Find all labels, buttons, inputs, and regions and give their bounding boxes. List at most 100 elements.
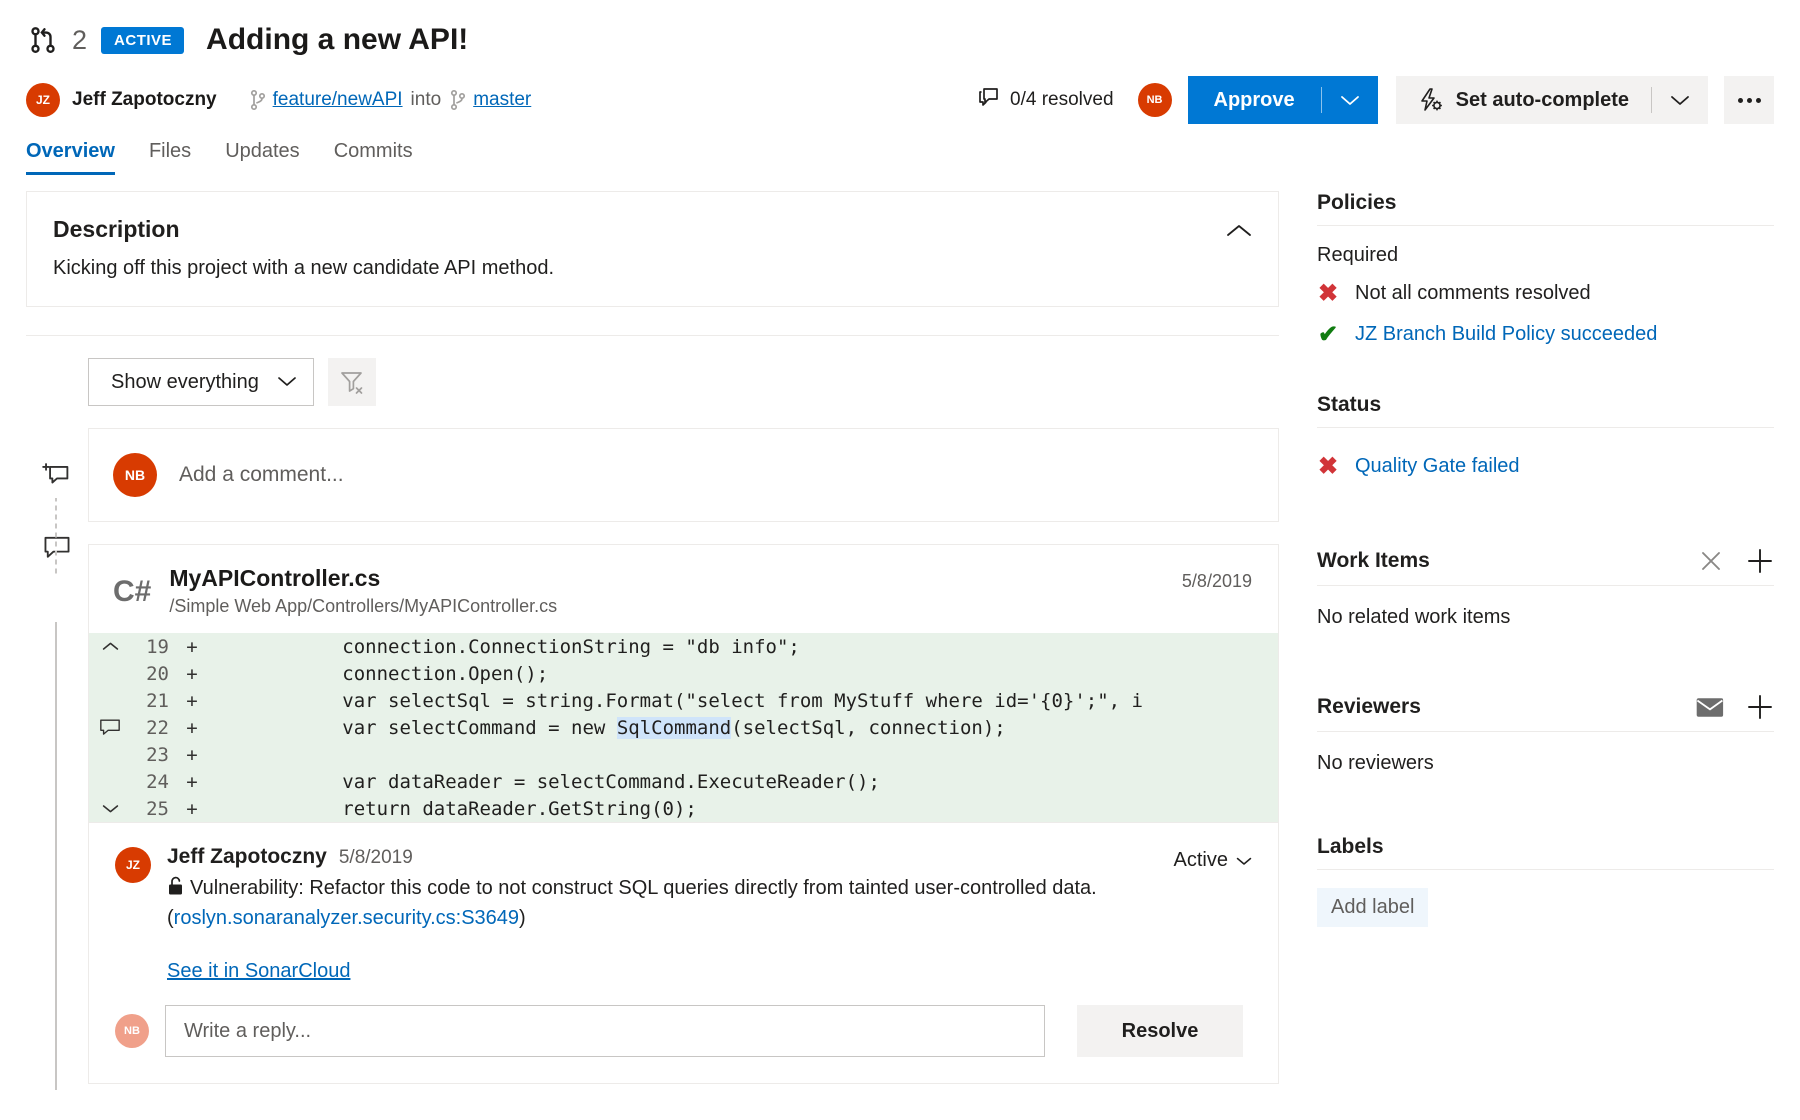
diff-line-number: 24: [131, 771, 179, 793]
spacer: [1317, 495, 1774, 547]
diff-line: 23 +: [89, 741, 1278, 768]
labels-section: Labels Add label: [1317, 835, 1774, 927]
comment-indicator-icon[interactable]: [89, 718, 131, 737]
resolve-button[interactable]: Resolve: [1077, 1005, 1243, 1057]
pr-body: Description Kicking off this project wit…: [0, 175, 1800, 1084]
diff-line-number: 25: [131, 798, 179, 820]
sidebar: Policies Required ✖ Not all comments res…: [1279, 175, 1774, 1084]
chevron-down-icon[interactable]: [89, 803, 131, 814]
show-everything-dropdown[interactable]: Show everything: [88, 358, 314, 406]
diff-line-number: 23: [131, 744, 179, 766]
diff-line-sign: +: [179, 690, 205, 712]
thread-status-label: Active: [1174, 849, 1228, 872]
comment-thread: JZ Active Jeff Zapotoczny 5/8/201: [89, 822, 1278, 1083]
set-auto-complete-button[interactable]: Set auto-complete: [1396, 76, 1708, 124]
description-heading: Description: [53, 216, 1252, 243]
file-header: C# MyAPIController.cs /Simple Web App/Co…: [89, 545, 1278, 633]
thread-status-dropdown[interactable]: Active: [1174, 849, 1252, 872]
diff-line-sign: +: [179, 663, 205, 685]
pr-header: 2 ACTIVE Adding a new API! JZ Jeff Zapot…: [0, 0, 1800, 126]
description-collapse-button[interactable]: [1222, 214, 1256, 248]
file-name[interactable]: MyAPIController.cs: [169, 565, 557, 592]
resolved-count-label: 0/4 resolved: [1010, 89, 1114, 111]
mail-icon[interactable]: [1696, 697, 1724, 718]
avatar: NB: [113, 453, 157, 497]
policy-item: ✔ JZ Branch Build Policy succeeded: [1317, 314, 1774, 355]
reply-placeholder: Write a reply...: [184, 1020, 311, 1043]
autocomplete-chevron-down-icon[interactable]: [1652, 94, 1708, 107]
diff-line-code: var selectSql = string.Format("select fr…: [205, 690, 1242, 712]
success-check-icon: ✔: [1317, 320, 1339, 349]
approve-button-label: Approve: [1188, 89, 1321, 112]
approve-chevron-down-icon[interactable]: [1322, 94, 1378, 107]
add-comment-box[interactable]: NB Add a comment...: [88, 428, 1279, 522]
policy-item: ✖ Not all comments resolved: [1317, 273, 1774, 314]
file-diff-card: C# MyAPIController.cs /Simple Web App/Co…: [88, 544, 1279, 1084]
spacer: [1317, 363, 1774, 393]
diff-line-sign: +: [179, 771, 205, 793]
csharp-file-icon: C#: [113, 565, 151, 607]
status-heading-label: Status: [1317, 393, 1381, 417]
policy-link[interactable]: JZ Branch Build Policy succeeded: [1355, 323, 1657, 346]
close-icon[interactable]: [1698, 548, 1724, 574]
diff-code-prefix: var selectCommand = new: [205, 717, 617, 739]
ellipsis-icon: [1738, 98, 1743, 103]
pr-number: 2: [72, 25, 87, 56]
branch-icon-target: [449, 89, 467, 111]
diff-code-suffix: (selectSql, connection);: [731, 717, 1006, 739]
diff-line-sign: +: [179, 798, 205, 820]
ellipsis-icon: [1747, 98, 1752, 103]
file-path: /Simple Web App/Controllers/MyAPIControl…: [169, 596, 557, 617]
tab-overview[interactable]: Overview: [26, 140, 115, 175]
policies-required-label: Required: [1317, 244, 1774, 267]
work-items-heading-label: Work Items: [1317, 549, 1430, 573]
more-actions-button[interactable]: [1724, 76, 1774, 124]
work-items-heading: Work Items: [1317, 547, 1774, 585]
branch-into-label: into: [411, 89, 442, 111]
pull-request-page: 2 ACTIVE Adding a new API! JZ Jeff Zapot…: [0, 0, 1800, 1120]
filter-clear-button[interactable]: [328, 358, 376, 406]
add-comment-input[interactable]: Add a comment...: [179, 463, 344, 487]
set-auto-complete-label: Set auto-complete: [1456, 89, 1651, 112]
discussion-filter-row: Show everything: [26, 336, 1279, 406]
target-branch-link[interactable]: master: [473, 89, 531, 111]
status-heading: Status: [1317, 393, 1774, 427]
diff-line-number: 19: [131, 636, 179, 658]
reply-row: NB Write a reply... Resolve: [115, 1005, 1252, 1057]
reviewers-heading: Reviewers: [1317, 693, 1774, 731]
source-branch-link[interactable]: feature/newAPI: [273, 89, 403, 111]
diff-line: 21 + var selectSql = string.Format("sele…: [89, 687, 1278, 714]
diff-line-number: 22: [131, 717, 179, 739]
author-name: Jeff Zapotoczny: [72, 89, 217, 111]
plus-icon[interactable]: [1746, 547, 1774, 575]
avatar: NB: [115, 1014, 149, 1048]
diff-viewer: 19 + connection.ConnectionString = "db i…: [89, 633, 1278, 822]
header-actions: 0/4 resolved NB Approve: [977, 76, 1774, 124]
page-title: Adding a new API!: [206, 23, 468, 57]
tab-files[interactable]: Files: [149, 140, 191, 175]
plus-icon[interactable]: [1746, 693, 1774, 721]
description-body: Kicking off this project with a new cand…: [53, 257, 1252, 280]
rule-link[interactable]: roslyn.sonaranalyzer.security.cs:S3649: [174, 907, 519, 929]
diff-line-number: 21: [131, 690, 179, 712]
status-link[interactable]: Quality Gate failed: [1355, 455, 1520, 478]
chevron-up-icon[interactable]: [89, 641, 131, 652]
tab-commits[interactable]: Commits: [334, 140, 413, 175]
branch-info: feature/newAPI into master: [249, 89, 532, 111]
diff-line-code: return dataReader.GetString(0);: [205, 798, 1242, 820]
reviewers-empty: No reviewers: [1317, 732, 1774, 809]
diff-line-sign: +: [179, 636, 205, 658]
comment-thread-icon: [26, 534, 88, 560]
add-label-button[interactable]: Add label: [1317, 888, 1428, 927]
chevron-down-icon: [277, 371, 297, 394]
tab-overview-label: Overview: [26, 140, 115, 162]
labels-heading: Labels: [1317, 835, 1774, 869]
avatar: JZ: [115, 847, 151, 883]
approve-button[interactable]: Approve: [1188, 76, 1378, 124]
see-in-sonarcloud-link[interactable]: See it in SonarCloud: [167, 960, 1252, 983]
status-item: ✖ Quality Gate failed: [1317, 446, 1774, 487]
reply-input[interactable]: Write a reply...: [165, 1005, 1045, 1057]
diff-line: 24 + var dataReader = selectCommand.Exec…: [89, 768, 1278, 795]
tab-updates[interactable]: Updates: [225, 140, 300, 175]
diff-line-number: 20: [131, 663, 179, 685]
